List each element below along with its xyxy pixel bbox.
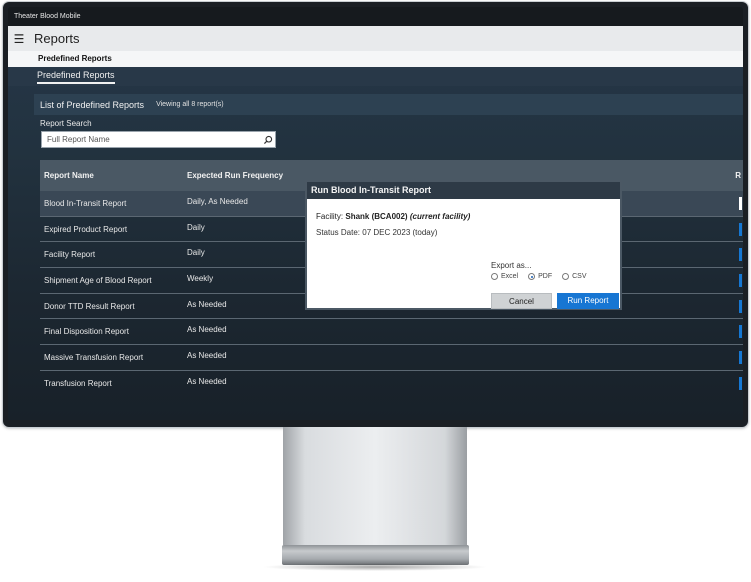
page-header: ☰ Reports bbox=[8, 26, 743, 51]
frequency-cell: As Needed bbox=[187, 325, 227, 335]
row-action-marker[interactable] bbox=[739, 351, 742, 365]
monitor-bezel: Theater Blood Mobile ☰ Reports Predefine… bbox=[3, 2, 748, 427]
facility-name: Shank (BCA002) bbox=[345, 212, 408, 221]
report-name-cell: Final Disposition Report bbox=[44, 327, 129, 337]
run-report-button[interactable]: Run Report bbox=[557, 293, 619, 309]
report-name-cell: Shipment Age of Blood Report bbox=[44, 275, 152, 285]
monitor-stand-base bbox=[282, 545, 469, 565]
row-action-marker[interactable] bbox=[739, 222, 742, 236]
row-action-marker[interactable] bbox=[739, 248, 742, 262]
search-box bbox=[41, 131, 276, 148]
radio-csv[interactable] bbox=[562, 273, 570, 280]
list-count: Viewing all 8 report(s) bbox=[156, 101, 224, 108]
search-icon[interactable] bbox=[261, 133, 275, 147]
cancel-button[interactable]: Cancel bbox=[491, 293, 552, 309]
export-option-csv[interactable]: CSV bbox=[562, 273, 587, 280]
app-title: Theater Blood Mobile bbox=[14, 13, 81, 20]
status-date: Status Date: 07 DEC 2023 (today) bbox=[316, 228, 438, 237]
column-header-extra[interactable]: R bbox=[735, 171, 743, 180]
export-option-excel[interactable]: Excel bbox=[491, 273, 518, 280]
export-option-label: PDF bbox=[538, 273, 553, 280]
list-header: List of Predefined Reports Viewing all 8… bbox=[34, 94, 743, 115]
monitor-stand bbox=[283, 427, 467, 545]
column-header-report-name[interactable]: Report Name bbox=[40, 171, 187, 180]
app-screen: Theater Blood Mobile ☰ Reports Predefine… bbox=[8, 7, 743, 420]
row-action-marker[interactable] bbox=[739, 299, 742, 313]
facility-note: (current facility) bbox=[409, 212, 471, 221]
page-title: Reports bbox=[34, 31, 80, 46]
row-action-marker[interactable] bbox=[739, 274, 742, 288]
report-name-cell: Transfusion Report bbox=[44, 379, 112, 389]
radio-excel[interactable] bbox=[491, 273, 498, 280]
list-title: List of Predefined Reports bbox=[40, 99, 145, 110]
tab-predefined-reports[interactable]: Predefined Reports bbox=[37, 70, 115, 84]
app-titlebar: Theater Blood Mobile bbox=[8, 7, 743, 26]
facility-line: Facility: Shank (BCA002) (current facili… bbox=[316, 212, 470, 221]
frequency-cell: As Needed bbox=[187, 350, 227, 360]
row-action-marker[interactable] bbox=[739, 325, 742, 339]
table-row[interactable]: Massive Transfusion Report As Needed bbox=[40, 345, 743, 371]
dialog-title: Run Blood In-Transit Report bbox=[307, 182, 620, 199]
row-action-marker[interactable] bbox=[739, 197, 742, 210]
hamburger-icon[interactable]: ☰ bbox=[8, 32, 30, 46]
report-name-cell: Massive Transfusion Report bbox=[44, 352, 144, 362]
export-label: Export as... bbox=[491, 261, 532, 270]
section-title: Predefined Reports bbox=[8, 51, 743, 67]
table-row[interactable]: Final Disposition Report As Needed bbox=[40, 319, 743, 346]
stand-shadow bbox=[262, 563, 488, 571]
export-option-label: Excel bbox=[501, 273, 519, 280]
tab-bar: Predefined Reports bbox=[8, 67, 743, 86]
search-label: Report Search bbox=[40, 119, 92, 128]
run-report-dialog: Run Blood In-Transit Report Facility: Sh… bbox=[305, 180, 622, 310]
report-name-cell: Blood In-Transit Report bbox=[44, 198, 127, 208]
radio-pdf[interactable] bbox=[528, 273, 536, 280]
row-action-marker[interactable] bbox=[739, 376, 742, 390]
report-name-cell: Facility Report bbox=[44, 250, 96, 260]
report-name-cell: Donor TTD Result Report bbox=[44, 301, 135, 311]
export-options: Excel PDF CSV bbox=[491, 273, 597, 280]
export-option-label: CSV bbox=[572, 273, 587, 280]
export-option-pdf[interactable]: PDF bbox=[528, 273, 552, 280]
column-header-frequency[interactable]: Expected Run Frequency bbox=[187, 171, 427, 180]
search-input[interactable] bbox=[42, 134, 261, 145]
table-row[interactable]: Transfusion Report As Needed bbox=[40, 371, 743, 397]
frequency-cell: As Needed bbox=[187, 377, 227, 387]
report-name-cell: Expired Product Report bbox=[44, 224, 128, 234]
facility-label: Facility: bbox=[316, 212, 344, 221]
